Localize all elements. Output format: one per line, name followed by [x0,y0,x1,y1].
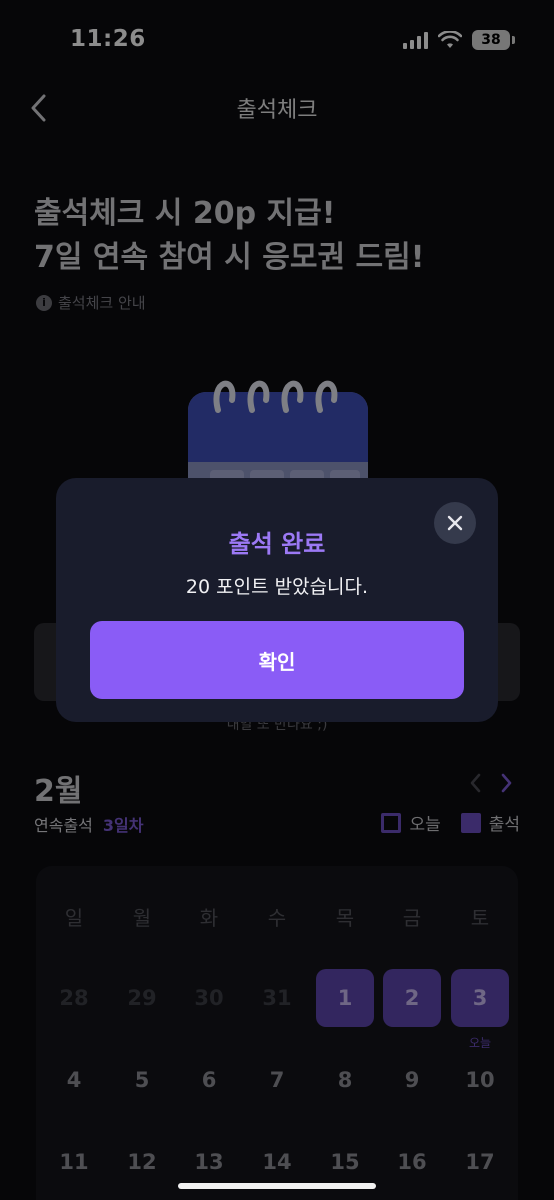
modal-message: 20 포인트 받았습니다. [185,576,369,598]
home-indicator [178,1183,376,1189]
attendance-complete-modal: 출석 완료 20 포인트 받았습니다. 확인 [56,478,498,722]
modal-title: 출석 완료 [228,530,326,558]
confirm-button[interactable]: 확인 [90,621,464,699]
screen: 11:26 38 출석체크 출석체크 시 20p 지급! 7일 연속 참여 시 … [0,0,554,1200]
